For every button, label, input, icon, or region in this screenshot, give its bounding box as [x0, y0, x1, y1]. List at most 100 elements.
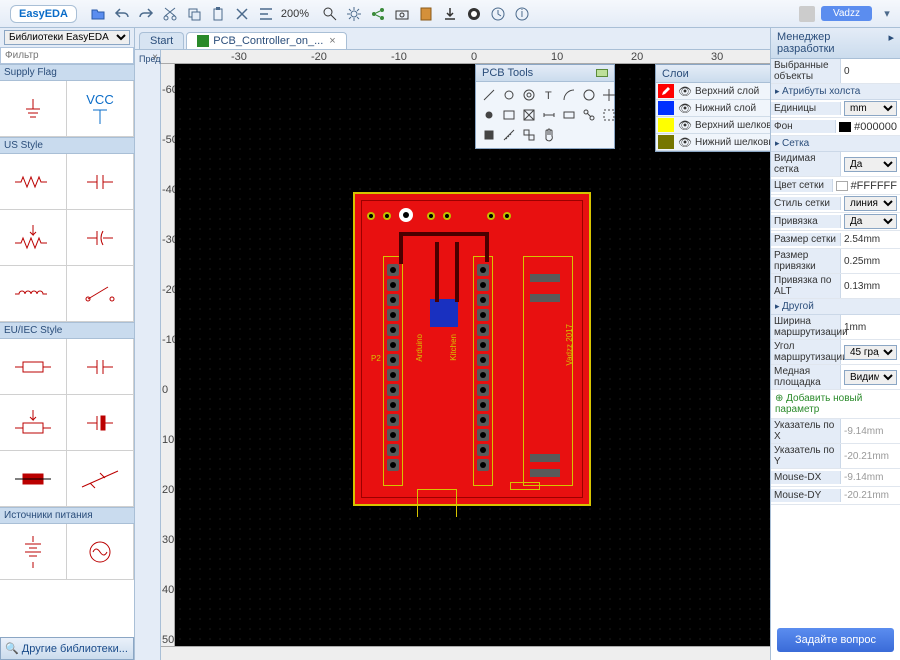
trace[interactable] [485, 232, 489, 262]
history-icon[interactable] [489, 5, 507, 23]
tab-pcb[interactable]: PCB_Controller_on_...× [186, 32, 347, 49]
group-canvas[interactable]: Атрибуты холста [771, 84, 900, 100]
pad[interactable] [477, 414, 489, 426]
tool-dimension-icon[interactable] [540, 106, 558, 124]
routea-select[interactable]: 45 градус [844, 345, 897, 360]
pad[interactable] [387, 459, 399, 471]
layer-row-bottom[interactable]: 👁Нижний слой [656, 100, 770, 117]
pad[interactable] [477, 339, 489, 351]
bg-swatch[interactable] [839, 122, 851, 132]
avatar[interactable] [799, 6, 815, 22]
ask-question-button[interactable]: Задайте вопрос [777, 628, 894, 652]
ic-chip[interactable] [430, 299, 458, 327]
pad[interactable] [387, 264, 399, 276]
pcb-tools-panel[interactable]: PCB Tools T [475, 64, 615, 149]
symbol-fuse-eu[interactable] [0, 451, 67, 507]
via[interactable] [367, 212, 375, 220]
pad[interactable] [477, 324, 489, 336]
pad[interactable] [387, 339, 399, 351]
via[interactable] [503, 212, 511, 220]
more-libraries-button[interactable]: 🔍 Другие библиотеки... [0, 637, 134, 660]
smd-pad[interactable] [530, 274, 560, 282]
symbol-pot-eu[interactable] [0, 395, 67, 451]
share-icon[interactable] [369, 5, 387, 23]
redo-icon[interactable] [137, 5, 155, 23]
tool-measure-icon[interactable] [500, 126, 518, 144]
symbol-battery[interactable] [0, 524, 67, 580]
camera-icon[interactable] [393, 5, 411, 23]
tool-connect-icon[interactable] [580, 106, 598, 124]
zoom-level[interactable]: 200% [281, 8, 309, 20]
symbol-vcc[interactable]: VCC [67, 81, 134, 137]
tool-move-icon[interactable] [600, 86, 618, 104]
group-grid[interactable]: Сетка [771, 136, 900, 152]
tool-rect-icon[interactable] [560, 106, 578, 124]
pad[interactable] [477, 399, 489, 411]
smd-pad[interactable] [530, 454, 560, 462]
pad[interactable] [387, 369, 399, 381]
pad[interactable] [387, 279, 399, 291]
menu-icon[interactable]: ▾ [878, 5, 896, 23]
help-icon[interactable]: i [513, 5, 531, 23]
pad[interactable] [477, 384, 489, 396]
pad[interactable] [477, 309, 489, 321]
tool-group-icon[interactable] [520, 126, 538, 144]
eye-icon[interactable]: 👁 [677, 119, 693, 132]
tool-pad-icon[interactable] [500, 86, 518, 104]
bom-icon[interactable] [417, 5, 435, 23]
layer-row-silk-bottom[interactable]: 👁Нижний шелковый слой [656, 134, 770, 151]
eye-icon[interactable]: 👁 [677, 136, 693, 149]
pad[interactable] [477, 444, 489, 456]
layers-panel[interactable]: Слои⚙ 👁Верхний слой 👁Нижний слой 👁Верхни… [655, 64, 770, 152]
symbol-cap-eu[interactable] [67, 339, 134, 395]
paste-icon[interactable] [209, 5, 227, 23]
tab-start[interactable]: Start [139, 32, 184, 49]
eye-icon[interactable]: 👁 [677, 102, 693, 115]
user-name[interactable]: Vadzz [821, 6, 872, 21]
copy-icon[interactable] [185, 5, 203, 23]
tool-text-icon[interactable]: T [540, 86, 558, 104]
symbol-ac-source[interactable] [67, 524, 134, 580]
library-select[interactable]: Библиотеки EasyEDA [4, 30, 130, 45]
symbol-resistor-eu[interactable] [0, 339, 67, 395]
tool-via-icon[interactable] [520, 86, 538, 104]
pad[interactable] [387, 309, 399, 321]
pad[interactable] [477, 279, 489, 291]
visgrid-select[interactable]: Да [844, 157, 897, 172]
pad[interactable] [477, 294, 489, 306]
section-power[interactable]: Источники питания [0, 507, 134, 524]
group-other[interactable]: Другой [771, 299, 900, 315]
chevron-right-icon[interactable]: ▸ [888, 31, 894, 55]
undo-icon[interactable] [113, 5, 131, 23]
search-icon[interactable] [321, 5, 339, 23]
tool-image-icon[interactable] [500, 106, 518, 124]
symbol-gnd[interactable] [0, 81, 67, 137]
add-param-button[interactable]: Добавить новый параметр [771, 390, 900, 419]
pcb-tools-title[interactable]: PCB Tools [476, 65, 614, 82]
symbol-diode-eu[interactable] [67, 451, 134, 507]
section-supply[interactable]: Supply Flag [0, 64, 134, 81]
via[interactable] [427, 212, 435, 220]
eye-icon[interactable]: 👁 [677, 85, 693, 98]
close-tab-icon[interactable]: × [329, 35, 335, 47]
snap-select[interactable]: Да [844, 214, 897, 229]
export-icon[interactable] [441, 5, 459, 23]
symbol-resistor-us[interactable] [0, 154, 67, 210]
pad[interactable] [477, 429, 489, 441]
trace[interactable] [399, 234, 403, 264]
tool-arc-icon[interactable] [560, 86, 578, 104]
gerber-icon[interactable] [465, 5, 483, 23]
pcb-canvas[interactable]: P2 /*placeholder*/ [175, 64, 770, 646]
smd-pad[interactable] [530, 294, 560, 302]
cut-icon[interactable] [161, 5, 179, 23]
filter-input[interactable] [0, 48, 134, 64]
pad[interactable] [387, 399, 399, 411]
via[interactable] [443, 212, 451, 220]
section-eu[interactable]: EU/IEC Style [0, 322, 134, 339]
tool-canvas-icon[interactable] [520, 106, 538, 124]
trace[interactable] [399, 232, 489, 236]
gridcolor-swatch[interactable] [836, 181, 848, 191]
section-us[interactable]: US Style [0, 137, 134, 154]
layer-row-silk-top[interactable]: 👁Верхний шелковый слой [656, 117, 770, 134]
symbol-cap-pol-us[interactable] [67, 210, 134, 266]
